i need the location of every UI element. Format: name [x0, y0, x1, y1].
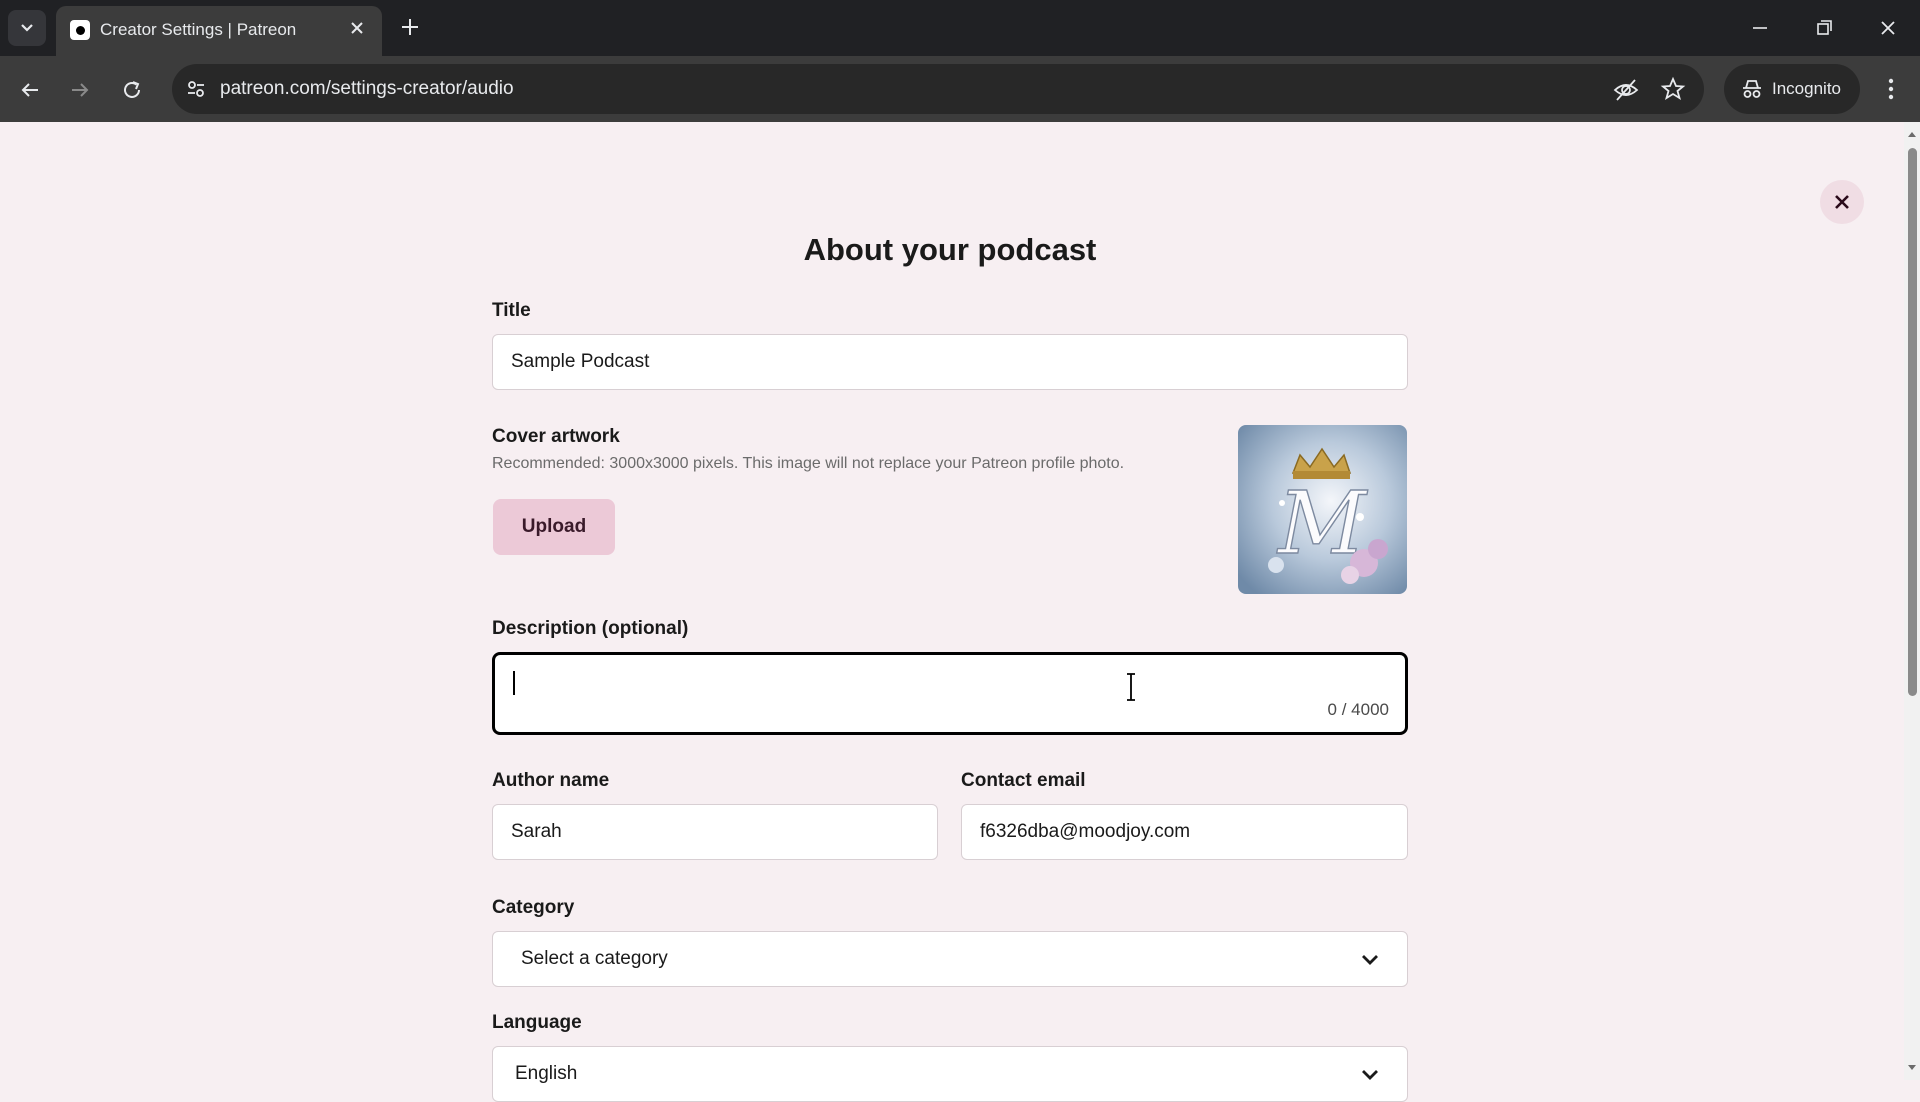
scroll-down-icon[interactable]	[1908, 1064, 1916, 1072]
close-icon[interactable]	[346, 17, 368, 39]
contact-email-input[interactable]	[961, 804, 1408, 860]
scroll-up-icon[interactable]	[1908, 130, 1916, 138]
incognito-icon	[1743, 80, 1761, 98]
address-bar[interactable]: patreon.com/settings-creator/audio	[172, 64, 1704, 114]
title-label: Title	[492, 300, 531, 321]
description-char-counter: 0 / 4000	[1327, 700, 1389, 719]
url-text: patreon.com/settings-creator/audio	[220, 78, 514, 99]
cover-artwork-label: Cover artwork	[492, 426, 620, 447]
star-icon[interactable]	[1660, 76, 1686, 102]
ibeam-cursor-icon	[1127, 673, 1135, 701]
scrollbar-thumb[interactable]	[1908, 148, 1917, 696]
cover-artwork-image: M	[1238, 425, 1407, 594]
modal-close-button[interactable]	[1820, 180, 1864, 224]
language-select-value: English	[515, 1063, 578, 1084]
contact-email-label: Contact email	[961, 770, 1086, 791]
title-input[interactable]	[492, 334, 1408, 390]
browser-toolbar: patreon.com/settings-creator/audio Incog…	[0, 56, 1920, 122]
reload-icon[interactable]	[118, 76, 146, 104]
chevron-down-icon	[1362, 1070, 1378, 1080]
arrow-right-icon[interactable]	[66, 76, 94, 104]
category-label: Category	[492, 897, 575, 918]
more-vertical-icon[interactable]	[1876, 74, 1906, 104]
plus-icon[interactable]	[398, 15, 422, 39]
close-window-icon[interactable]	[1874, 14, 1902, 42]
arrow-left-icon[interactable]	[16, 76, 44, 104]
page-title: About your podcast	[803, 232, 1097, 267]
browser-titlebar: Creator Settings | Patreon	[0, 0, 1920, 56]
page-scrollbar[interactable]	[1904, 122, 1920, 1080]
tab-list-button[interactable]	[8, 10, 46, 46]
upload-button[interactable]: Upload	[493, 499, 615, 555]
author-name-input[interactable]	[492, 804, 938, 860]
page-content: About your podcast Title Cover artwork R…	[0, 122, 1904, 1102]
chevron-down-icon	[1362, 955, 1378, 965]
description-label: Description (optional)	[492, 618, 689, 639]
tune-icon[interactable]	[184, 77, 208, 101]
browser-tab[interactable]: Creator Settings | Patreon	[56, 6, 382, 56]
incognito-label: Incognito	[1772, 79, 1841, 98]
patreon-logo-icon	[70, 20, 90, 40]
description-textarea[interactable]: 0 / 4000	[492, 652, 1408, 735]
close-icon	[1835, 195, 1849, 209]
eye-off-icon[interactable]	[1612, 76, 1640, 104]
incognito-indicator[interactable]: Incognito	[1724, 64, 1860, 114]
tab-title: Creator Settings | Patreon	[100, 20, 297, 39]
chevron-down-icon	[21, 24, 33, 32]
category-select-value: Select a category	[521, 948, 668, 969]
cover-artwork-hint: Recommended: 3000x3000 pixels. This imag…	[492, 455, 1125, 472]
author-name-label: Author name	[492, 770, 610, 791]
category-select[interactable]: Select a category	[492, 931, 1408, 987]
minimize-icon[interactable]	[1746, 14, 1774, 42]
text-caret	[513, 671, 515, 695]
restore-icon[interactable]	[1810, 14, 1838, 42]
language-label: Language	[492, 1012, 582, 1033]
language-select[interactable]: English	[492, 1046, 1408, 1102]
